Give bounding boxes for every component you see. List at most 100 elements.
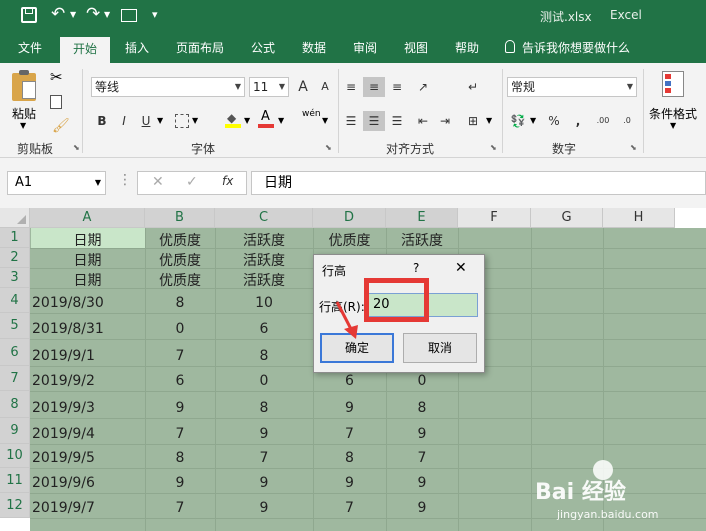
tab-file[interactable]: 文件 [10,33,50,63]
font-size-combo[interactable]: 11 ▼ [249,77,289,97]
tab-review[interactable]: 审阅 [343,33,387,63]
undo-dropdown-icon[interactable]: ▼ [70,10,76,19]
row-header-5[interactable]: 5 [0,313,30,339]
cell-d12[interactable]: 7 [313,500,386,516]
underline-button[interactable]: U [135,111,157,131]
cell-a7[interactable]: 2019/9/2 [32,373,95,389]
align-middle-icon[interactable]: ≡ [363,77,385,97]
column-header-a[interactable]: A [30,208,145,228]
save-icon[interactable] [21,7,37,23]
more-options-icon[interactable]: ⋮ [118,172,132,188]
phonetic-dropdown-icon[interactable]: ▼ [322,116,328,125]
shrink-font-icon[interactable]: A [314,77,336,97]
font-color-dropdown-icon[interactable]: ▼ [278,116,284,125]
cell-e10[interactable]: 7 [386,450,458,466]
cell-e9[interactable]: 9 [386,426,458,442]
font-color-icon[interactable]: A [258,109,274,128]
cell-e1[interactable]: 活跃度 [386,230,458,250]
cell-a1[interactable]: 日期 [30,230,145,250]
cell-c9[interactable]: 9 [215,426,313,442]
row-header-6[interactable]: 6 [0,339,30,366]
help-button[interactable]: ? [413,261,419,275]
orientation-icon[interactable]: ↗ [412,77,434,97]
cell-b5[interactable]: 0 [145,321,215,337]
cell-a2[interactable]: 日期 [30,250,145,270]
accounting-dropdown-icon[interactable]: ▼ [530,116,536,125]
percent-button[interactable]: % [543,111,565,131]
cell-b1[interactable]: 优质度 [145,230,215,250]
cell-d1[interactable]: 优质度 [313,230,386,250]
cancel-button[interactable]: 取消 [403,333,477,363]
paste-icon[interactable] [12,70,36,101]
cell-d7[interactable]: 6 [313,373,386,389]
cell-e11[interactable]: 9 [386,475,458,491]
column-header-e[interactable]: E [386,208,458,228]
cell-a12[interactable]: 2019/9/7 [32,500,95,516]
font-name-combo[interactable]: 等线 ▼ [91,77,245,97]
row-header-9[interactable]: 9 [0,418,30,444]
cell-c2[interactable]: 活跃度 [215,250,313,270]
borders-icon[interactable] [175,114,189,128]
row-header-4[interactable]: 4 [0,288,30,313]
row-header-2[interactable]: 2 [0,248,30,268]
cell-c1[interactable]: 活跃度 [215,230,313,250]
cell-b10[interactable]: 8 [145,450,215,466]
tab-view[interactable]: 视图 [394,33,438,63]
underline-dropdown-icon[interactable]: ▼ [157,116,163,125]
cell-e7[interactable]: 0 [386,373,458,389]
cell-a3[interactable]: 日期 [30,270,145,290]
align-center-icon[interactable]: ☰ [363,111,385,131]
cell-a11[interactable]: 2019/9/6 [32,475,95,491]
tab-data[interactable]: 数据 [293,33,335,63]
font-launcher-icon[interactable]: ⬊ [325,143,332,152]
cell-a5[interactable]: 2019/8/31 [32,321,104,337]
cell-a9[interactable]: 2019/9/4 [32,426,95,442]
cancel-icon[interactable]: ✕ [152,174,164,190]
form-icon[interactable] [121,9,137,22]
undo-icon[interactable]: ↶ [51,4,65,24]
tab-formulas[interactable]: 公式 [243,33,283,63]
redo-dropdown-icon[interactable]: ▼ [104,10,110,19]
number-launcher-icon[interactable]: ⬊ [630,143,637,152]
cell-c3[interactable]: 活跃度 [215,270,313,290]
row-header-1[interactable]: 1 [0,228,30,248]
grow-font-icon[interactable]: A [292,77,314,97]
paste-dropdown-icon[interactable]: ▼ [20,121,26,130]
accounting-format-icon[interactable]: 💱 [507,111,529,131]
row-header-11[interactable]: 11 [0,468,30,493]
alignment-launcher-icon[interactable]: ⬊ [490,143,497,152]
cell-e8[interactable]: 8 [386,400,458,416]
column-header-g[interactable]: G [531,208,603,228]
formula-input[interactable]: 日期 [251,171,706,195]
cell-c8[interactable]: 8 [215,400,313,416]
select-all-button[interactable] [0,208,30,228]
cell-c7[interactable]: 0 [215,373,313,389]
cell-c6[interactable]: 8 [215,348,313,364]
decrease-indent-icon[interactable]: ⇤ [412,111,434,131]
fill-color-icon[interactable]: ◆ [225,111,241,128]
cell-c5[interactable]: 6 [215,321,313,337]
cell-b11[interactable]: 9 [145,475,215,491]
cell-b8[interactable]: 9 [145,400,215,416]
cell-b3[interactable]: 优质度 [145,270,215,290]
cell-c11[interactable]: 9 [215,475,313,491]
row-header-10[interactable]: 10 [0,444,30,468]
cell-c12[interactable]: 9 [215,500,313,516]
paste-button-label[interactable]: 粘贴 [12,105,36,122]
cell-b12[interactable]: 7 [145,500,215,516]
increase-indent-icon[interactable]: ⇥ [434,111,456,131]
cell-b7[interactable]: 6 [145,373,215,389]
row-header-8[interactable]: 8 [0,391,30,418]
cell-d8[interactable]: 9 [313,400,386,416]
merge-dropdown-icon[interactable]: ▼ [486,116,492,125]
bold-button[interactable]: B [91,111,113,131]
close-icon[interactable]: ✕ [455,260,467,276]
enter-icon[interactable]: ✓ [186,174,198,190]
align-left-icon[interactable]: ☰ [340,111,362,131]
cell-c10[interactable]: 7 [215,450,313,466]
cut-icon[interactable]: ✂ [50,68,63,86]
cell-a10[interactable]: 2019/9/5 [32,450,95,466]
align-bottom-icon[interactable]: ≡ [386,77,408,97]
align-top-icon[interactable]: ≡ [340,77,362,97]
column-header-h[interactable]: H [603,208,675,228]
